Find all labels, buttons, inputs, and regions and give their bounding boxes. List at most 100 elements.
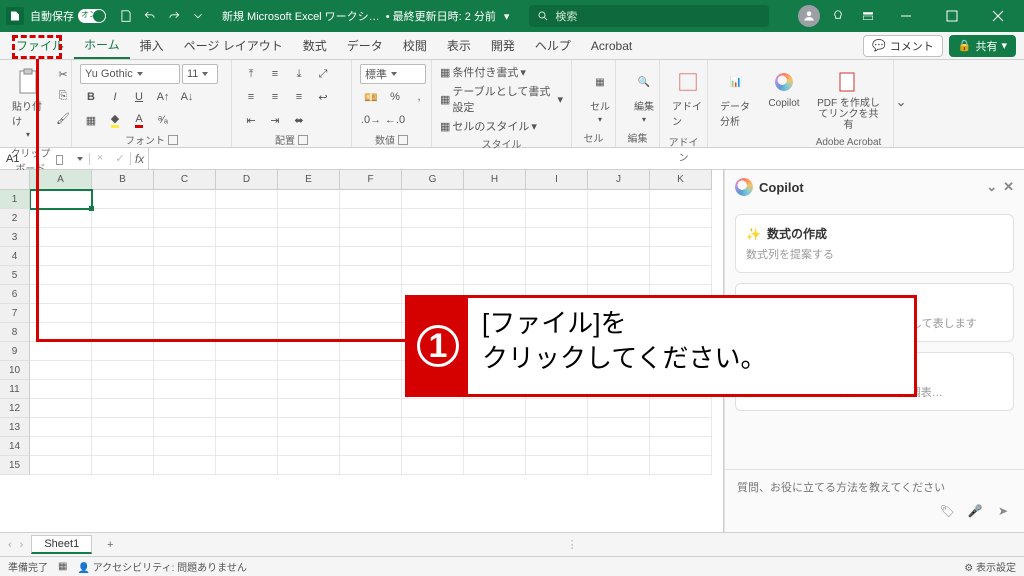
cell[interactable] [278,361,340,380]
cell[interactable] [464,247,526,266]
accessibility-status[interactable]: 👤 アクセシビリティ: 問題ありません [77,559,246,574]
format-as-table-button[interactable]: ▦ テーブルとして書式設定 ▾ [440,83,563,115]
tab-home[interactable]: ホーム [74,32,130,59]
column-header[interactable]: B [92,170,154,190]
close-button[interactable] [978,0,1018,32]
enter-icon[interactable]: ✓ [110,152,130,165]
cell[interactable] [340,190,402,209]
tab-file[interactable]: ファイル [6,33,74,58]
column-header[interactable]: I [526,170,588,190]
cell[interactable] [92,304,154,323]
cell[interactable] [92,361,154,380]
scroll-right-icon[interactable]: › [20,539,24,551]
dialog-launcher-icon[interactable] [298,135,308,145]
macro-icon[interactable]: ▦ [58,561,67,572]
conditional-format-button[interactable]: ▦ 条件付き書式 ▾ [440,64,526,80]
cell[interactable] [278,304,340,323]
row-header[interactable]: 4 [0,247,30,266]
cell[interactable] [92,399,154,418]
cell[interactable] [464,190,526,209]
cell[interactable] [92,437,154,456]
cell[interactable] [526,285,588,304]
decrease-decimal-icon[interactable]: ←.0 [384,110,406,130]
cell[interactable] [588,247,650,266]
cell[interactable] [650,228,712,247]
cell[interactable] [464,209,526,228]
cell[interactable] [340,380,402,399]
font-color-icon[interactable]: A [128,110,150,130]
search-box[interactable]: 検索 [529,5,769,27]
close-icon[interactable]: ✕ [1003,179,1014,195]
analyze-data-button[interactable]: 📊データ分析 [716,64,756,132]
paste-button[interactable]: 貼り付け▾ [8,64,48,143]
percent-icon[interactable]: % [384,87,406,107]
cell[interactable] [464,418,526,437]
cell[interactable] [340,323,402,342]
cell[interactable] [92,266,154,285]
cell[interactable] [216,209,278,228]
cell[interactable] [30,247,92,266]
italic-button[interactable]: I [104,87,126,107]
row-header[interactable]: 1 [0,190,30,209]
chevron-down-icon[interactable]: ▾ [504,10,510,23]
cell[interactable] [154,418,216,437]
cell[interactable] [402,399,464,418]
undo-icon[interactable] [139,5,161,27]
cell[interactable] [588,323,650,342]
cell[interactable] [526,437,588,456]
cell[interactable] [650,418,712,437]
cell[interactable] [278,380,340,399]
cell[interactable] [278,247,340,266]
cell[interactable] [464,380,526,399]
column-header[interactable]: A [30,170,92,190]
border-icon[interactable]: ▦ [80,110,102,130]
cell[interactable] [464,361,526,380]
copilot-suggestion-card[interactable]: ✨数式の作成数式列を提案する [735,214,1014,273]
cell[interactable] [92,228,154,247]
cell[interactable] [588,456,650,475]
cell[interactable] [340,304,402,323]
tab-formulas[interactable]: 数式 [293,33,337,58]
cell[interactable] [464,304,526,323]
align-left-icon[interactable]: ≡ [240,87,262,107]
cell[interactable] [588,228,650,247]
row-header[interactable]: 3 [0,228,30,247]
cell[interactable] [588,380,650,399]
cell[interactable] [278,266,340,285]
cell[interactable] [154,456,216,475]
underline-button[interactable]: U [128,87,150,107]
cell[interactable] [278,399,340,418]
cell[interactable] [464,456,526,475]
row-header[interactable]: 6 [0,285,30,304]
cell[interactable] [650,437,712,456]
copilot-ribbon-button[interactable]: Copilot [764,64,804,113]
tab-view[interactable]: 表示 [437,33,481,58]
align-middle-icon[interactable]: ≡ [264,64,286,84]
cell[interactable] [92,247,154,266]
sheet-menu-icon[interactable]: ⋮ [567,538,578,551]
cell[interactable] [650,342,712,361]
cell[interactable] [588,361,650,380]
scroll-left-icon[interactable]: ‹ [8,539,12,551]
cell[interactable] [464,342,526,361]
cell[interactable] [402,266,464,285]
dialog-launcher-icon[interactable] [168,135,178,145]
cell[interactable] [216,342,278,361]
minimize-button[interactable] [886,0,926,32]
qat-customize-icon[interactable] [187,5,209,27]
align-right-icon[interactable]: ≡ [288,87,310,107]
cell[interactable] [154,342,216,361]
select-all-corner[interactable] [0,170,30,190]
cell[interactable] [402,304,464,323]
cell[interactable] [402,418,464,437]
cell[interactable] [30,418,92,437]
cell[interactable] [650,266,712,285]
comments-button[interactable]: 💬 コメント [863,35,943,57]
cell[interactable] [340,247,402,266]
cell[interactable] [216,285,278,304]
fx-icon[interactable]: fx [131,148,149,169]
cell[interactable] [588,437,650,456]
cell[interactable] [402,228,464,247]
cell[interactable] [92,418,154,437]
cell[interactable] [650,323,712,342]
